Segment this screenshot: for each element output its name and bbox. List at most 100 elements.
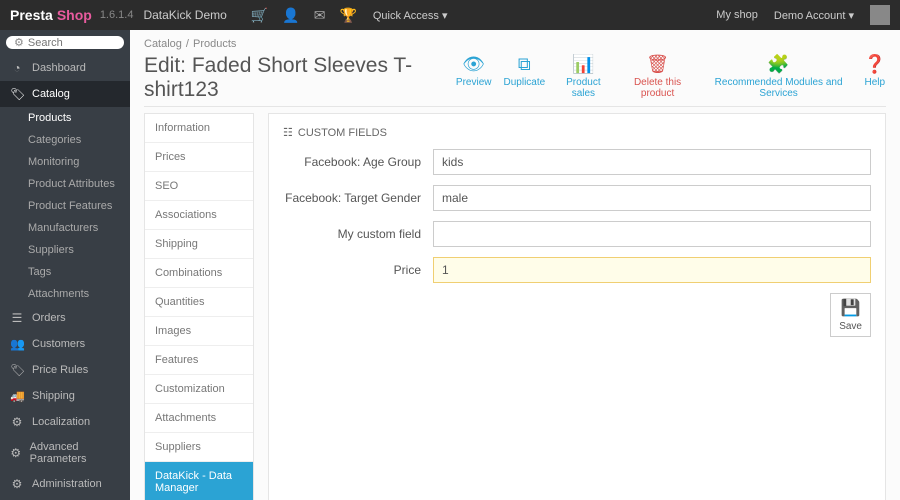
chart-icon: 📊 [557, 54, 609, 75]
nav-icon: 🚚 [10, 389, 24, 403]
brand-prefix: Presta [10, 7, 53, 23]
sidebar-item-advanced-parameters[interactable]: ⚙ Advanced Parameters [0, 435, 130, 471]
tab-images[interactable]: Images [145, 317, 253, 346]
nav-icon: 🏷 [10, 363, 24, 377]
demo-title: DataKick Demo [143, 8, 226, 22]
nav-icon: 🏷 [10, 87, 24, 101]
save-icon: 💾 [839, 298, 862, 318]
help-icon: ❓ [864, 54, 886, 75]
nav-label: Price Rules [32, 364, 88, 376]
product-tabs: InformationPricesSEOAssociationsShipping… [144, 113, 254, 500]
nav-icon: ⚙ [10, 446, 22, 460]
sidebar-item-administration[interactable]: ⚙ Administration [0, 471, 130, 497]
sidebar-item-orders[interactable]: ☰ Orders [0, 305, 130, 331]
breadcrumb-products[interactable]: Products [193, 38, 236, 50]
tab-suppliers[interactable]: Suppliers [145, 433, 253, 462]
nav-label: Catalog [32, 88, 70, 100]
preview-button[interactable]: 👁Preview [456, 54, 492, 99]
topbar-icons: 🛒 👤 ✉ 🏆 [251, 7, 357, 24]
target-gender-label: Facebook: Target Gender [283, 191, 433, 205]
sidebar: ⚙ ◔ Dashboard 🏷 Catalog ProductsCategoriesMo… [0, 30, 130, 500]
age-group-label: Facebook: Age Group [283, 155, 433, 169]
target-gender-input[interactable] [433, 185, 871, 211]
breadcrumb-catalog[interactable]: Catalog [144, 38, 182, 50]
copy-icon: ⧉ [504, 54, 546, 75]
price-label: Price [283, 263, 433, 277]
topbar-right: My shop Demo Account ▾ [716, 5, 900, 25]
sidebar-item-shipping[interactable]: 🚚 Shipping [0, 383, 130, 409]
tab-shipping[interactable]: Shipping [145, 230, 253, 259]
topbar: PrestaShop 1.6.1.4 DataKick Demo 🛒 👤 ✉ 🏆… [0, 0, 900, 30]
tab-seo[interactable]: SEO [145, 172, 253, 201]
nav-label: Administration [32, 478, 102, 490]
duplicate-button[interactable]: ⧉Duplicate [504, 54, 546, 99]
nav-icon: ◔ [10, 61, 24, 75]
sidebar-item-catalog[interactable]: 🏷 Catalog [0, 81, 130, 107]
sidebar-item-customers[interactable]: 👥 Customers [0, 331, 130, 357]
nav-icon: 👥 [10, 337, 24, 351]
trash-icon: 🗑 [622, 54, 694, 75]
nav-label: Dashboard [32, 62, 86, 74]
eye-icon: 👁 [456, 54, 492, 75]
nav-icon: ☰ [10, 311, 24, 325]
search-box[interactable]: ⚙ [6, 36, 124, 49]
account-menu[interactable]: Demo Account ▾ [774, 9, 854, 22]
tab-information[interactable]: Information [145, 114, 253, 143]
sales-button[interactable]: 📊Product sales [557, 54, 609, 99]
delete-button[interactable]: 🗑Delete this product [622, 54, 694, 99]
sidebar-sub-monitoring[interactable]: Monitoring [0, 151, 130, 173]
nav-icon: ⚙ [10, 415, 24, 429]
brand-suffix: Shop [57, 7, 92, 23]
breadcrumb: Catalog/Products [144, 38, 886, 54]
search-input[interactable] [28, 37, 108, 49]
mail-icon[interactable]: ✉ [314, 7, 326, 24]
age-group-input[interactable] [433, 149, 871, 175]
tab-datakick-data-manager[interactable]: DataKick - Data Manager [145, 462, 253, 500]
tab-combinations[interactable]: Combinations [145, 259, 253, 288]
nav-label: Orders [32, 312, 66, 324]
sidebar-sub-product-features[interactable]: Product Features [0, 195, 130, 217]
nav-label: Localization [32, 416, 90, 428]
price-input[interactable] [433, 257, 871, 283]
page-actions: 👁Preview ⧉Duplicate 📊Product sales 🗑Dele… [456, 54, 886, 99]
gear-icon: ⚙ [14, 36, 24, 49]
nav-label: Shipping [32, 390, 75, 402]
my-shop-link[interactable]: My shop [716, 9, 758, 21]
sidebar-item-localization[interactable]: ⚙ Localization [0, 409, 130, 435]
sidebar-sub-product-attributes[interactable]: Product Attributes [0, 173, 130, 195]
cart-icon[interactable]: 🛒 [251, 7, 268, 24]
custom-field-input[interactable] [433, 221, 871, 247]
tab-customization[interactable]: Customization [145, 375, 253, 404]
avatar[interactable] [870, 5, 890, 25]
puzzle-icon: 🧩 [706, 54, 852, 75]
page-title: Edit: Faded Short Sleeves T-shirt123 [144, 54, 456, 102]
sidebar-item-price-rules[interactable]: 🏷 Price Rules [0, 357, 130, 383]
trophy-icon[interactable]: 🏆 [339, 7, 356, 24]
sliders-icon: ☷ [283, 127, 293, 139]
brand: PrestaShop 1.6.1.4 DataKick Demo [0, 7, 237, 23]
sidebar-sub-manufacturers[interactable]: Manufacturers [0, 217, 130, 239]
sidebar-sub-attachments[interactable]: Attachments [0, 283, 130, 305]
sidebar-sub-categories[interactable]: Categories [0, 129, 130, 151]
tab-attachments[interactable]: Attachments [145, 404, 253, 433]
nav-label: Customers [32, 338, 85, 350]
tab-quantities[interactable]: Quantities [145, 288, 253, 317]
user-icon[interactable]: 👤 [282, 7, 299, 24]
help-button[interactable]: ❓Help [864, 54, 886, 99]
sidebar-item-dashboard[interactable]: ◔ Dashboard [0, 55, 130, 81]
save-button[interactable]: 💾 Save [830, 293, 871, 337]
sidebar-sub-tags[interactable]: Tags [0, 261, 130, 283]
custom-field-label: My custom field [283, 227, 433, 241]
modules-button[interactable]: 🧩Recommended Modules and Services [706, 54, 852, 99]
tab-prices[interactable]: Prices [145, 143, 253, 172]
tab-associations[interactable]: Associations [145, 201, 253, 230]
sidebar-sub-suppliers[interactable]: Suppliers [0, 239, 130, 261]
version: 1.6.1.4 [100, 9, 134, 21]
nav-icon: ⚙ [10, 477, 24, 491]
quick-access-menu[interactable]: Quick Access ▾ [373, 9, 448, 22]
nav-label: Advanced Parameters [30, 441, 120, 465]
custom-fields-panel: ☷CUSTOM FIELDS Facebook: Age Group Faceb… [268, 113, 886, 500]
tab-features[interactable]: Features [145, 346, 253, 375]
panel-heading: ☷CUSTOM FIELDS [283, 126, 871, 149]
sidebar-sub-products[interactable]: Products [0, 107, 130, 129]
